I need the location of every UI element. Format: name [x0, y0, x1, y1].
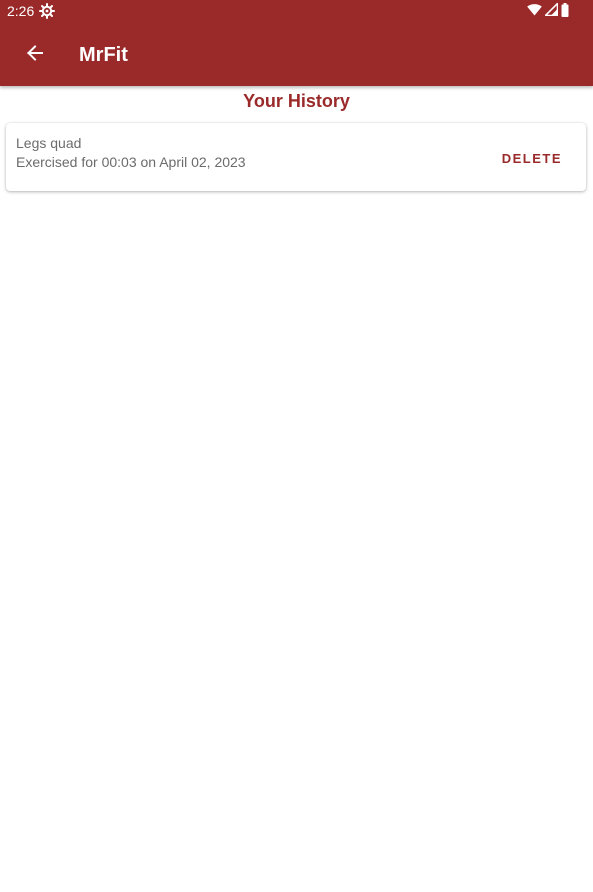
wifi-icon — [527, 3, 542, 21]
status-time: 2:26 — [7, 3, 35, 19]
exercise-name: Legs quad — [16, 135, 82, 151]
app-bar: MrFit — [0, 23, 593, 86]
page-title: Your History — [243, 91, 350, 111]
status-icons — [527, 1, 569, 22]
app-title: MrFit — [79, 44, 128, 66]
exercise-detail: Exercised for 00:03 on April 02, 2023 — [16, 154, 246, 170]
arrow-back-icon — [26, 44, 44, 67]
delete-button[interactable]: DELETE — [488, 143, 576, 173]
cell-signal-icon — [543, 1, 559, 21]
battery-icon — [561, 2, 569, 22]
settings-gear-icon — [39, 3, 55, 19]
history-card: Legs quad Exercised for 00:03 on April 0… — [6, 123, 586, 191]
back-button[interactable] — [19, 39, 51, 71]
status-bar: 2:26 — [0, 0, 593, 23]
